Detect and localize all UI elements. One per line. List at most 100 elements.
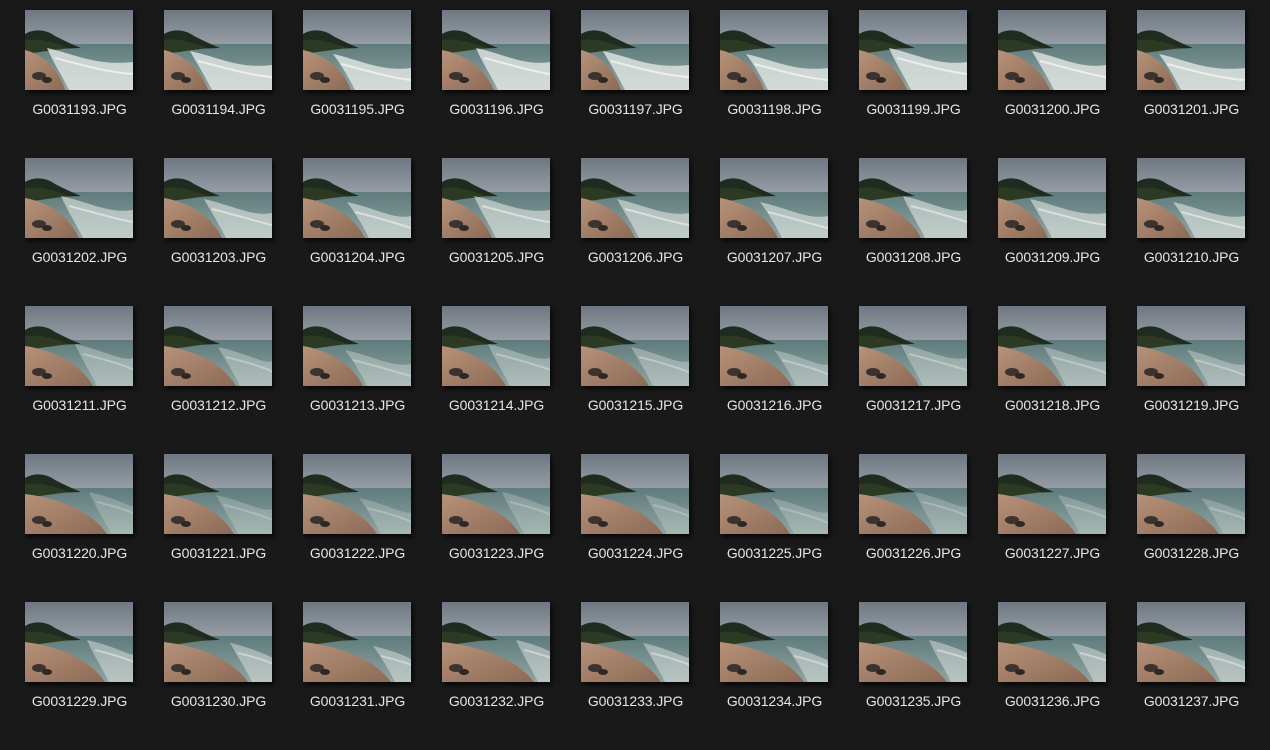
file-name-label[interactable]: G0031194.JPG	[149, 101, 288, 117]
file-name-label[interactable]: G0031195.JPG	[288, 101, 427, 117]
file-thumbnail[interactable]	[442, 158, 550, 238]
file-item[interactable]: G0031209.JPG	[998, 158, 1137, 306]
file-thumbnail[interactable]	[1137, 454, 1245, 534]
file-name-label[interactable]: G0031212.JPG	[149, 397, 288, 413]
file-item[interactable]: G0031232.JPG	[442, 602, 581, 750]
file-name-label[interactable]: G0031230.JPG	[149, 693, 288, 709]
file-item[interactable]: G0031194.JPG	[164, 10, 303, 158]
file-thumbnail[interactable]	[859, 602, 967, 682]
file-name-label[interactable]: G0031196.JPG	[427, 101, 566, 117]
file-thumbnail[interactable]	[859, 306, 967, 386]
file-name-label[interactable]: G0031209.JPG	[983, 249, 1122, 265]
file-name-label[interactable]: G0031221.JPG	[149, 545, 288, 561]
file-item[interactable]: G0031228.JPG	[1137, 454, 1270, 602]
file-item[interactable]: G0031201.JPG	[1137, 10, 1270, 158]
file-thumbnail[interactable]	[164, 306, 272, 386]
file-thumbnail[interactable]	[303, 602, 411, 682]
file-thumbnail[interactable]	[998, 10, 1106, 90]
file-thumbnail[interactable]	[581, 306, 689, 386]
file-name-label[interactable]: G0031208.JPG	[844, 249, 983, 265]
file-item[interactable]: G0031233.JPG	[581, 602, 720, 750]
file-name-label[interactable]: G0031236.JPG	[983, 693, 1122, 709]
file-thumbnail[interactable]	[998, 158, 1106, 238]
file-thumbnail[interactable]	[998, 306, 1106, 386]
file-thumbnail[interactable]	[164, 158, 272, 238]
file-name-label[interactable]: G0031202.JPG	[10, 249, 149, 265]
file-name-label[interactable]: G0031237.JPG	[1122, 693, 1261, 709]
file-item[interactable]: G0031202.JPG	[25, 158, 164, 306]
file-thumbnail[interactable]	[1137, 158, 1245, 238]
file-thumbnail[interactable]	[720, 306, 828, 386]
file-thumbnail[interactable]	[720, 158, 828, 238]
file-thumbnail[interactable]	[859, 10, 967, 90]
file-name-label[interactable]: G0031215.JPG	[566, 397, 705, 413]
file-item[interactable]: G0031211.JPG	[25, 306, 164, 454]
file-name-label[interactable]: G0031214.JPG	[427, 397, 566, 413]
file-name-label[interactable]: G0031201.JPG	[1122, 101, 1261, 117]
file-item[interactable]: G0031220.JPG	[25, 454, 164, 602]
file-name-label[interactable]: G0031199.JPG	[844, 101, 983, 117]
file-item[interactable]: G0031200.JPG	[998, 10, 1137, 158]
file-thumbnail[interactable]	[1137, 602, 1245, 682]
file-name-label[interactable]: G0031203.JPG	[149, 249, 288, 265]
file-item[interactable]: G0031237.JPG	[1137, 602, 1270, 750]
file-thumbnail[interactable]	[442, 454, 550, 534]
file-thumbnail[interactable]	[1137, 306, 1245, 386]
file-thumbnail[interactable]	[1137, 10, 1245, 90]
file-name-label[interactable]: G0031225.JPG	[705, 545, 844, 561]
file-item[interactable]: G0031231.JPG	[303, 602, 442, 750]
file-thumbnail[interactable]	[25, 306, 133, 386]
file-item[interactable]: G0031229.JPG	[25, 602, 164, 750]
file-name-label[interactable]: G0031228.JPG	[1122, 545, 1261, 561]
file-item[interactable]: G0031230.JPG	[164, 602, 303, 750]
file-name-label[interactable]: G0031204.JPG	[288, 249, 427, 265]
file-item[interactable]: G0031226.JPG	[859, 454, 998, 602]
file-name-label[interactable]: G0031220.JPG	[10, 545, 149, 561]
file-name-label[interactable]: G0031207.JPG	[705, 249, 844, 265]
file-name-label[interactable]: G0031197.JPG	[566, 101, 705, 117]
file-item[interactable]: G0031216.JPG	[720, 306, 859, 454]
file-name-label[interactable]: G0031206.JPG	[566, 249, 705, 265]
file-item[interactable]: G0031221.JPG	[164, 454, 303, 602]
file-thumbnail[interactable]	[303, 10, 411, 90]
file-item[interactable]: G0031225.JPG	[720, 454, 859, 602]
file-item[interactable]: G0031222.JPG	[303, 454, 442, 602]
file-thumbnail[interactable]	[303, 158, 411, 238]
file-item[interactable]: G0031196.JPG	[442, 10, 581, 158]
file-item[interactable]: G0031193.JPG	[25, 10, 164, 158]
file-item[interactable]: G0031235.JPG	[859, 602, 998, 750]
file-thumbnail[interactable]	[581, 454, 689, 534]
file-name-label[interactable]: G0031213.JPG	[288, 397, 427, 413]
file-thumbnail[interactable]	[859, 158, 967, 238]
file-name-label[interactable]: G0031224.JPG	[566, 545, 705, 561]
file-item[interactable]: G0031219.JPG	[1137, 306, 1270, 454]
file-item[interactable]: G0031206.JPG	[581, 158, 720, 306]
file-item[interactable]: G0031203.JPG	[164, 158, 303, 306]
file-name-label[interactable]: G0031216.JPG	[705, 397, 844, 413]
file-item[interactable]: G0031234.JPG	[720, 602, 859, 750]
file-thumbnail[interactable]	[25, 158, 133, 238]
file-thumbnail[interactable]	[720, 10, 828, 90]
file-item[interactable]: G0031223.JPG	[442, 454, 581, 602]
file-name-label[interactable]: G0031232.JPG	[427, 693, 566, 709]
file-item[interactable]: G0031208.JPG	[859, 158, 998, 306]
file-thumbnail[interactable]	[25, 454, 133, 534]
file-name-label[interactable]: G0031229.JPG	[10, 693, 149, 709]
file-name-label[interactable]: G0031235.JPG	[844, 693, 983, 709]
file-name-label[interactable]: G0031222.JPG	[288, 545, 427, 561]
file-thumbnail[interactable]	[442, 602, 550, 682]
file-thumbnail[interactable]	[998, 602, 1106, 682]
file-name-label[interactable]: G0031200.JPG	[983, 101, 1122, 117]
file-thumbnail[interactable]	[998, 454, 1106, 534]
file-name-label[interactable]: G0031233.JPG	[566, 693, 705, 709]
file-name-label[interactable]: G0031231.JPG	[288, 693, 427, 709]
file-thumbnail[interactable]	[164, 602, 272, 682]
file-thumbnail[interactable]	[442, 10, 550, 90]
file-item[interactable]: G0031204.JPG	[303, 158, 442, 306]
file-name-label[interactable]: G0031217.JPG	[844, 397, 983, 413]
file-name-label[interactable]: G0031234.JPG	[705, 693, 844, 709]
file-item[interactable]: G0031212.JPG	[164, 306, 303, 454]
file-name-label[interactable]: G0031226.JPG	[844, 545, 983, 561]
file-item[interactable]: G0031224.JPG	[581, 454, 720, 602]
file-item[interactable]: G0031210.JPG	[1137, 158, 1270, 306]
